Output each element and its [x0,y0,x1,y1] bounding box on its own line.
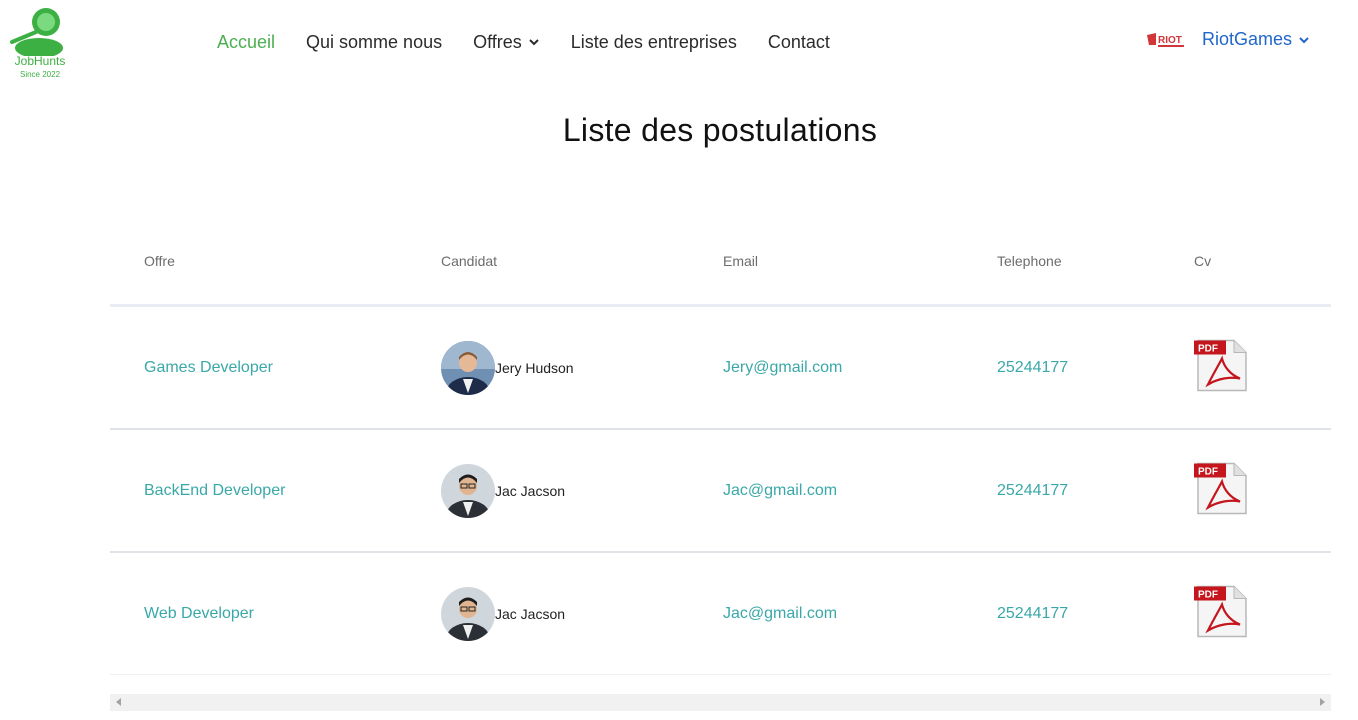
candidate-name: Jac Jacson [495,482,566,499]
page-title: Liste des postulations [562,112,878,148]
column-header-cv: Cv [1194,253,1212,269]
phone-link[interactable]: 25244177 [997,605,1068,623]
svg-text:PDF: PDF [1198,589,1218,600]
table-header: Offre Candidat Email Telephone Cv [110,222,1331,307]
pdf-file-icon: PDF [1194,462,1247,514]
svg-text:RIOT: RIOT [1158,35,1182,46]
candidate-name: Jery Hudson [495,359,574,376]
candidate-avatar [441,586,495,641]
table-horizontal-scrollbar[interactable] [110,694,1331,711]
cv-pdf-link[interactable]: PDF [1194,461,1248,520]
chevron-down-icon [529,39,539,46]
candidate-cell: Jac Jacson [441,463,566,518]
nav-item-label: Liste des entreprises [570,32,737,52]
email-link[interactable]: Jac@gmail.com [723,482,837,500]
nav-item-liste-entreprises[interactable]: Liste des entreprises [571,30,737,54]
email-link[interactable]: Jac@gmail.com [723,605,837,623]
scroll-right-arrow-icon[interactable] [1320,698,1325,706]
nav-item-label: Offres [473,32,522,52]
candidate-avatar [441,340,495,395]
candidate-avatar [441,463,495,518]
user-name: RiotGames [1201,29,1292,49]
svg-text:PDF: PDF [1198,343,1218,354]
logo-brand-name: JobHunts [14,54,66,68]
chevron-down-icon [1299,36,1309,43]
column-header-offre: Offre [144,253,175,269]
candidate-name: Jac Jacson [495,605,566,622]
column-header-telephone: Telephone [997,253,1062,269]
cv-pdf-link[interactable]: PDF [1194,338,1248,397]
phone-link[interactable]: 25244177 [997,359,1068,377]
column-header-candidat: Candidat [441,253,498,269]
table-row: BackEnd Developer Jac Jacson Jac@gmail.c… [110,430,1331,553]
scroll-left-arrow-icon[interactable] [116,698,121,706]
user-menu[interactable]: RIOT RiotGames [1146,29,1310,50]
nav-item-accueil[interactable]: Accueil [217,30,275,54]
offer-link[interactable]: Web Developer [144,605,254,623]
table-row: Web Developer Jac Jacson Jac@gmail.com 2… [110,553,1331,675]
nav-item-label: Qui somme nous [306,32,443,52]
navbar: JobHunts Since 2022 Accueil Qui somme no… [0,0,1358,84]
pdf-file-icon: PDF [1194,585,1247,637]
applications-table: Offre Candidat Email Telephone Cv Games … [110,222,1331,675]
offer-link[interactable]: Games Developer [144,359,273,377]
riot-games-logo: RIOT [1146,32,1184,47]
table-row: Games Developer Jery Hudson Jery@gmail.c… [110,307,1331,430]
jobhunts-logo[interactable]: JobHunts Since 2022 [8,4,72,82]
nav-item-label: Contact [767,32,830,52]
main-nav: Accueil Qui somme nous Offres Liste des … [217,30,861,54]
logo-person-magnifier-icon [10,8,63,58]
nav-item-label: Accueil [217,32,276,52]
nav-item-contact[interactable]: Contact [768,30,830,54]
candidate-cell: Jac Jacson [441,586,566,641]
pdf-file-icon: PDF [1194,339,1247,391]
phone-link[interactable]: 25244177 [997,482,1068,500]
svg-text:PDF: PDF [1198,466,1218,477]
nav-item-offres[interactable]: Offres [473,30,540,54]
candidate-cell: Jery Hudson [441,340,574,395]
logo-since: Since 2022 [19,70,61,79]
cv-pdf-link[interactable]: PDF [1194,584,1248,643]
column-header-email: Email [723,253,759,269]
email-link[interactable]: Jery@gmail.com [723,359,842,377]
user-name-dropdown[interactable]: RiotGames [1202,29,1310,50]
offer-link[interactable]: BackEnd Developer [144,482,285,500]
nav-item-qui-somme-nous[interactable]: Qui somme nous [306,30,442,54]
